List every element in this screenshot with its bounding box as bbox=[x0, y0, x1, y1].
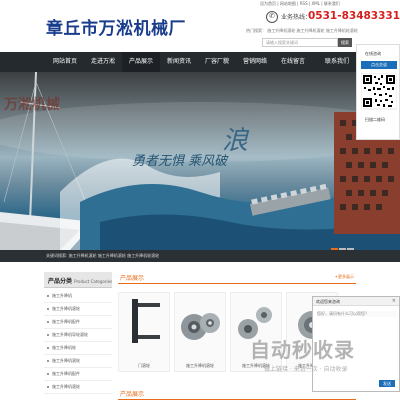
product-name[interactable]: 施工升降机滚轮 bbox=[175, 363, 225, 369]
category-header: 产品分类 Product Categories bbox=[44, 272, 112, 288]
nav-item-home[interactable]: 网站首页 bbox=[46, 52, 84, 72]
category-title: 产品分类 Product Categories bbox=[48, 276, 112, 285]
header: 章丘市万淞机械厂 设为首页 | 网站地图 | RSS | XML | 联系我们 … bbox=[0, 0, 400, 56]
nav-item-about[interactable]: 走进万淞 bbox=[84, 52, 122, 72]
watermark: 自动秒收录 做上链接 · 来访一次 · 自动收录 bbox=[250, 334, 355, 373]
products-title: 产品展示 bbox=[120, 275, 145, 282]
hero-banner[interactable]: 万淞机械 浪 勇者无惧 乘风破 bbox=[0, 72, 400, 250]
category-item[interactable]: 施工升降机导轮滚轮 bbox=[44, 329, 112, 342]
page: 章丘市万淞机械厂 设为首页 | 网站地图 | RSS | XML | 联系我们 … bbox=[0, 0, 400, 400]
nav-item-factory[interactable]: 厂容厂貌 bbox=[198, 52, 236, 72]
category-list: 施工升降机 施工升降机滚轮 施工升降机配件 施工升降机导轮滚轮 施工升降机轮 施… bbox=[44, 290, 112, 394]
watermark-sub: 做上链接 · 来访一次 · 自动收录 bbox=[264, 366, 348, 373]
nav-item-network[interactable]: 营销网络 bbox=[236, 52, 274, 72]
slide-indicators bbox=[330, 236, 354, 250]
products-header: 产品展示 +更多展示 bbox=[118, 272, 356, 284]
hot-search-links[interactable]: 热门搜索： 施工升降机滚轮 施工升降机滚轮 施工升降机轮滚轮 bbox=[246, 28, 358, 34]
qr-code-icon bbox=[361, 73, 397, 110]
category-item[interactable]: 施工升降机滚轮 bbox=[44, 381, 112, 394]
search-input[interactable]: 请输入搜索关键词 bbox=[262, 38, 338, 47]
nav-item-products[interactable]: 产品展示 bbox=[122, 52, 160, 72]
online-service-panel: 在线咨询 点击交谈 扫描二维码 bbox=[356, 44, 400, 140]
send-button[interactable]: 发送 bbox=[379, 380, 395, 387]
products-title-2: 产品展示 bbox=[120, 391, 145, 398]
search-button[interactable]: 搜索 bbox=[338, 38, 352, 47]
product-name[interactable]: 门滚轮 bbox=[119, 363, 169, 369]
service-label: 在线咨询 bbox=[365, 51, 381, 56]
site-logo[interactable]: 章丘市万淞机械厂 bbox=[46, 14, 186, 39]
category-item[interactable]: 施工升降机滚轮 bbox=[44, 355, 112, 368]
close-icon[interactable]: × bbox=[392, 298, 396, 304]
nav-item-news[interactable]: 新闻资讯 bbox=[160, 52, 198, 72]
chat-now-button[interactable]: 点击交谈 bbox=[361, 61, 397, 69]
product-image bbox=[132, 299, 160, 343]
banner-slogan: 勇者无惧 乘风破 bbox=[132, 154, 228, 169]
product-image bbox=[181, 313, 220, 340]
top-links[interactable]: 设为首页 | 网站地图 | RSS | XML | 联系我们 bbox=[260, 1, 340, 7]
product-card[interactable]: 施工升降机滚轮 bbox=[174, 292, 226, 372]
nav-item-message[interactable]: 在线留言 bbox=[274, 52, 312, 72]
category-item[interactable]: 施工升降机滚轮 bbox=[44, 303, 112, 316]
product-card[interactable]: 门滚轮 bbox=[118, 292, 170, 372]
nav-item-contact[interactable]: 联系我们 bbox=[318, 52, 356, 72]
category-item[interactable]: 施工升降机轮 bbox=[44, 342, 112, 355]
category-title-text: 产品分类 bbox=[48, 278, 73, 285]
products-more-link[interactable]: +更多展示 bbox=[335, 274, 354, 280]
banner-brand-watermark: 万淞机械 bbox=[4, 97, 60, 113]
category-item[interactable]: 施工升降机配件 bbox=[44, 316, 112, 329]
qr-caption: 扫描二维码 bbox=[365, 117, 385, 122]
keyword-bar: 关键词搜索: 施工升降机滚轮 施工升降机滚轮 施工升降机轮滚轮 bbox=[0, 250, 400, 262]
hotline-label: 业务热线： bbox=[281, 14, 312, 21]
chat-header: 欢迎您来咨询 × bbox=[313, 297, 399, 306]
hotline-number: 0531-83483331 bbox=[308, 10, 400, 22]
category-item[interactable]: 施工升降机配件 bbox=[44, 368, 112, 381]
main-nav: 网站首页 走进万淞 产品展示 新闻资讯 厂容厂貌 营销网络 在线留言 联系我们 bbox=[0, 52, 400, 72]
watermark-main: 自动秒收录 bbox=[250, 338, 355, 362]
phone-icon: ✆ bbox=[266, 11, 278, 23]
chat-message[interactable]: 您好，请问有什么可以帮您？ bbox=[317, 311, 397, 317]
category-subtitle: Product Categories bbox=[74, 279, 113, 284]
chat-title: 欢迎您来咨询 bbox=[316, 299, 340, 304]
category-item[interactable]: 施工升降机 bbox=[44, 290, 112, 303]
keyword-links[interactable]: 关键词搜索: 施工升降机滚轮 施工升降机滚轮 施工升降机轮滚轮 bbox=[46, 253, 159, 259]
